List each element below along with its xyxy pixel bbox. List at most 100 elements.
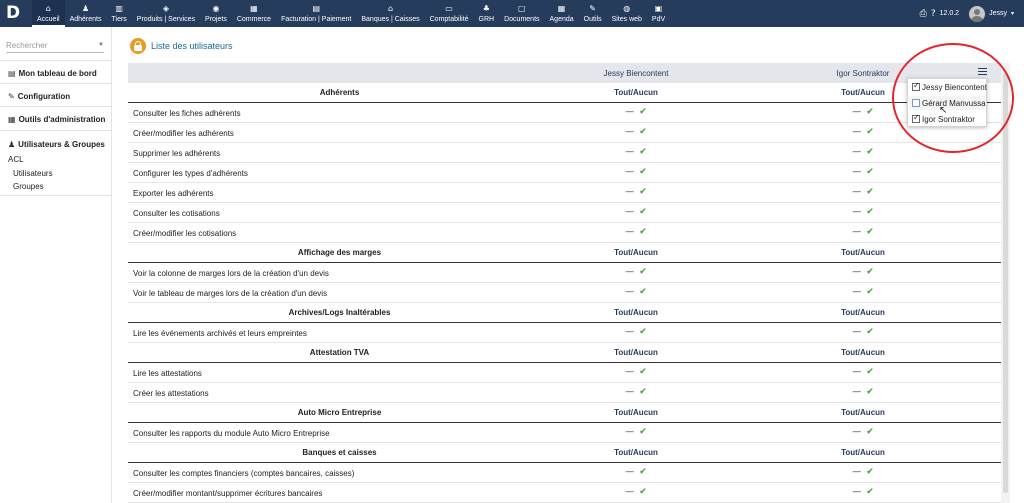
toggle-all-link[interactable]: Tout/Aucun	[793, 408, 933, 417]
check-icon[interactable]: ✔	[639, 147, 647, 157]
remove-permission-icon[interactable]: —	[625, 427, 634, 437]
remove-permission-icon[interactable]: —	[852, 187, 861, 197]
remove-permission-icon[interactable]: —	[625, 107, 634, 117]
menu-item[interactable]: ✎ Outils	[579, 0, 607, 27]
sidebar-title-admin-tools[interactable]: Outils d'administration	[19, 115, 106, 124]
check-icon[interactable]: ✔	[866, 327, 874, 337]
menu-item[interactable]: ⌂ Accueil	[32, 0, 65, 27]
remove-permission-icon[interactable]: —	[625, 147, 634, 157]
column-option-label[interactable]: Gérard Manvussa	[922, 99, 986, 108]
menu-item[interactable]: ◉ Projets	[200, 0, 232, 27]
user-name[interactable]: Jessy	[989, 10, 1007, 17]
toggle-all-link[interactable]: Tout/Aucun	[793, 448, 933, 457]
sidebar-title-users-groups[interactable]: Utilisateurs & Groupes	[18, 140, 105, 149]
remove-permission-icon[interactable]: —	[852, 387, 861, 397]
check-icon[interactable]: ✔	[639, 187, 647, 197]
toggle-all-link[interactable]: Tout/Aucun	[566, 248, 706, 257]
check-icon[interactable]: ✔	[866, 427, 874, 437]
check-icon[interactable]: ✔	[866, 287, 874, 297]
help-icon[interactable]: ?	[931, 9, 936, 19]
remove-permission-icon[interactable]: —	[852, 127, 861, 137]
remove-permission-icon[interactable]: —	[852, 487, 861, 497]
sidebar-section-dashboard[interactable]: ▤ Mon tableau de bord	[0, 60, 112, 82]
check-icon[interactable]: ✔	[639, 227, 647, 237]
remove-permission-icon[interactable]: —	[852, 327, 861, 337]
menu-item[interactable]: ▤ Facturation | Paiement	[276, 0, 356, 27]
sidebar-section-admin-tools[interactable]: ▦ Outils d'administration	[0, 106, 112, 128]
toggle-all-link[interactable]: Tout/Aucun	[566, 448, 706, 457]
menu-item[interactable]: ◍ Sites web	[607, 0, 647, 27]
remove-permission-icon[interactable]: —	[852, 207, 861, 217]
remove-permission-icon[interactable]: —	[625, 127, 634, 137]
check-icon[interactable]: ✔	[639, 327, 647, 337]
remove-permission-icon[interactable]: —	[852, 467, 861, 477]
check-icon[interactable]: ✔	[639, 287, 647, 297]
column-selector-list-icon[interactable]	[978, 68, 987, 76]
remove-permission-icon[interactable]: —	[852, 287, 861, 297]
check-icon[interactable]: ✔	[639, 387, 647, 397]
sidebar-title-dashboard[interactable]: Mon tableau de bord	[19, 69, 97, 78]
check-icon[interactable]: ✔	[866, 387, 874, 397]
menu-item[interactable]: ♟ Adhérents	[65, 0, 107, 27]
column-option[interactable]: Gérard Manvussa	[912, 97, 986, 109]
remove-permission-icon[interactable]: —	[852, 427, 861, 437]
column-option-label[interactable]: Igor Sontraktor	[922, 115, 975, 124]
scrollbar-thumb[interactable]	[1003, 73, 1008, 493]
sidebar-title-configuration[interactable]: Configuration	[18, 92, 70, 101]
check-icon[interactable]: ✔	[639, 127, 647, 137]
check-icon[interactable]: ✔	[639, 267, 647, 277]
remove-permission-icon[interactable]: —	[625, 167, 634, 177]
search-chevron-down-icon[interactable]: ▼	[98, 39, 104, 52]
table-scrollbar[interactable]	[1001, 63, 1010, 503]
check-icon[interactable]: ✔	[866, 127, 874, 137]
check-icon[interactable]: ✔	[639, 167, 647, 177]
app-logo[interactable]: D	[6, 4, 24, 22]
check-icon[interactable]: ✔	[866, 227, 874, 237]
toggle-all-link[interactable]: Tout/Aucun	[566, 348, 706, 357]
check-icon[interactable]: ✔	[639, 207, 647, 217]
remove-permission-icon[interactable]: —	[852, 147, 861, 157]
menu-item[interactable]: ♣ GRH	[474, 0, 500, 27]
sidebar-item-acl[interactable]: ACL	[8, 155, 24, 164]
column-option-checkbox[interactable]	[912, 81, 920, 91]
remove-permission-icon[interactable]: —	[625, 187, 634, 197]
menu-item[interactable]: ◈ Produits | Services	[132, 0, 200, 27]
toggle-all-link[interactable]: Tout/Aucun	[793, 308, 933, 317]
check-icon[interactable]: ✔	[639, 467, 647, 477]
remove-permission-icon[interactable]: —	[852, 367, 861, 377]
toggle-all-link[interactable]: Tout/Aucun	[793, 348, 933, 357]
remove-permission-icon[interactable]: —	[852, 107, 861, 117]
column-option-checkbox[interactable]	[912, 99, 920, 107]
check-icon[interactable]: ✔	[866, 147, 874, 157]
check-icon[interactable]: ✔	[639, 487, 647, 497]
sidebar-item-groups[interactable]: Groupes	[13, 182, 44, 191]
sidebar-section-configuration[interactable]: ✎ Configuration	[0, 83, 112, 105]
remove-permission-icon[interactable]: —	[625, 467, 634, 477]
print-icon[interactable]: ⎙	[920, 9, 927, 19]
user-avatar-icon[interactable]	[969, 5, 986, 22]
menu-item[interactable]: ▣ PdV	[647, 0, 670, 27]
menu-item[interactable]: ▦ Commerce	[232, 0, 276, 27]
remove-permission-icon[interactable]: —	[852, 267, 861, 277]
remove-permission-icon[interactable]: —	[625, 487, 634, 497]
check-icon[interactable]: ✔	[639, 107, 647, 117]
remove-permission-icon[interactable]: —	[625, 287, 634, 297]
user-menu-chevron-down-icon[interactable]: ▾	[1011, 10, 1014, 17]
column-option[interactable]: Jessy Biencontent	[912, 81, 987, 93]
check-icon[interactable]: ✔	[866, 367, 874, 377]
menu-item[interactable]: ▥ Tiers	[107, 0, 132, 27]
check-icon[interactable]: ✔	[866, 167, 874, 177]
toggle-all-link[interactable]: Tout/Aucun	[566, 308, 706, 317]
column-option-label[interactable]: Jessy Biencontent	[922, 83, 987, 92]
remove-permission-icon[interactable]: —	[625, 387, 634, 397]
remove-permission-icon[interactable]: —	[852, 227, 861, 237]
check-icon[interactable]: ✔	[866, 467, 874, 477]
menu-item[interactable]: ▢ Documents	[499, 0, 544, 27]
toggle-all-link[interactable]: Tout/Aucun	[793, 248, 933, 257]
remove-permission-icon[interactable]: —	[625, 227, 634, 237]
check-icon[interactable]: ✔	[866, 487, 874, 497]
check-icon[interactable]: ✔	[639, 367, 647, 377]
check-icon[interactable]: ✔	[866, 187, 874, 197]
check-icon[interactable]: ✔	[866, 107, 874, 117]
remove-permission-icon[interactable]: —	[625, 327, 634, 337]
